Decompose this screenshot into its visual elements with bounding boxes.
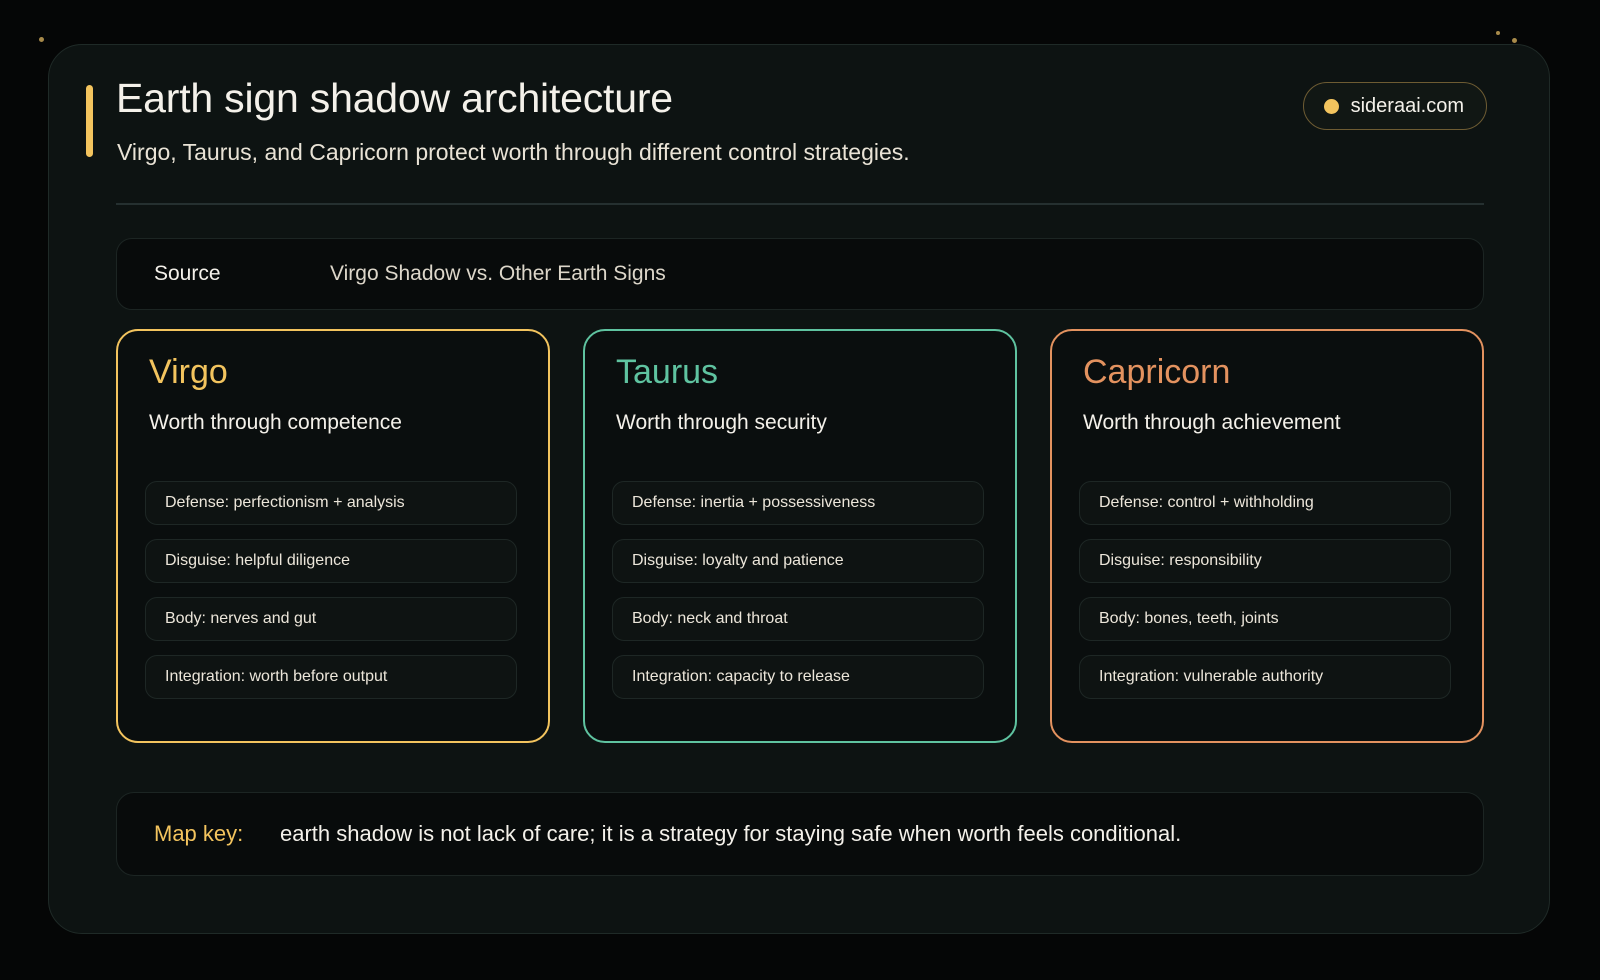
brand-badge[interactable]: sideraai.com bbox=[1302, 82, 1487, 130]
trait-disguise: Disguise: responsibility bbox=[1079, 539, 1451, 583]
sign-card-taurus: Taurus Worth through security Defense: i… bbox=[583, 329, 1017, 743]
sign-name: Taurus bbox=[616, 353, 719, 391]
main-card: Earth sign shadow architecture Virgo, Ta… bbox=[48, 44, 1550, 934]
sign-card-virgo: Virgo Worth through competence Defense: … bbox=[116, 329, 550, 743]
decor-dot-left bbox=[39, 37, 44, 42]
trait-defense: Defense: inertia + possessiveness bbox=[612, 481, 984, 525]
source-value: Virgo Shadow vs. Other Earth Signs bbox=[330, 262, 666, 285]
sign-theme: Worth through security bbox=[616, 411, 827, 434]
sign-card-capricorn: Capricorn Worth through achievement Defe… bbox=[1050, 329, 1484, 743]
trait-integration: Integration: vulnerable authority bbox=[1079, 655, 1451, 699]
trait-disguise: Disguise: loyalty and patience bbox=[612, 539, 984, 583]
trait-defense: Defense: perfectionism + analysis bbox=[145, 481, 517, 525]
trait-integration: Integration: capacity to release bbox=[612, 655, 984, 699]
source-label: Source bbox=[154, 262, 221, 285]
trait-body: Body: neck and throat bbox=[612, 597, 984, 641]
decor-dot-right-1 bbox=[1496, 31, 1500, 35]
source-row: Source Virgo Shadow vs. Other Earth Sign… bbox=[116, 238, 1484, 310]
trait-list: Defense: inertia + possessiveness Disgui… bbox=[612, 481, 984, 713]
header-divider bbox=[116, 203, 1484, 205]
page-title: Earth sign shadow architecture bbox=[116, 75, 673, 121]
trait-list: Defense: control + withholding Disguise:… bbox=[1079, 481, 1451, 713]
sign-theme: Worth through competence bbox=[149, 411, 402, 434]
sign-name: Virgo bbox=[149, 353, 228, 391]
trait-integration: Integration: worth before output bbox=[145, 655, 517, 699]
map-key-text: earth shadow is not lack of care; it is … bbox=[280, 821, 1182, 846]
trait-body: Body: nerves and gut bbox=[145, 597, 517, 641]
brand-label: sideraai.com bbox=[1350, 94, 1464, 117]
trait-defense: Defense: control + withholding bbox=[1079, 481, 1451, 525]
sign-name: Capricorn bbox=[1083, 353, 1231, 391]
page-subtitle: Virgo, Taurus, and Capricorn protect wor… bbox=[117, 139, 910, 165]
trait-body: Body: bones, teeth, joints bbox=[1079, 597, 1451, 641]
trait-list: Defense: perfectionism + analysis Disgui… bbox=[145, 481, 517, 713]
map-key-row: Map key: earth shadow is not lack of car… bbox=[116, 792, 1484, 876]
brand-dot-icon bbox=[1323, 98, 1339, 114]
trait-disguise: Disguise: helpful diligence bbox=[145, 539, 517, 583]
sign-theme: Worth through achievement bbox=[1083, 411, 1341, 434]
title-accent-bar bbox=[86, 85, 93, 157]
decor-dot-right-2 bbox=[1512, 38, 1517, 43]
map-key-label: Map key: bbox=[154, 821, 244, 846]
